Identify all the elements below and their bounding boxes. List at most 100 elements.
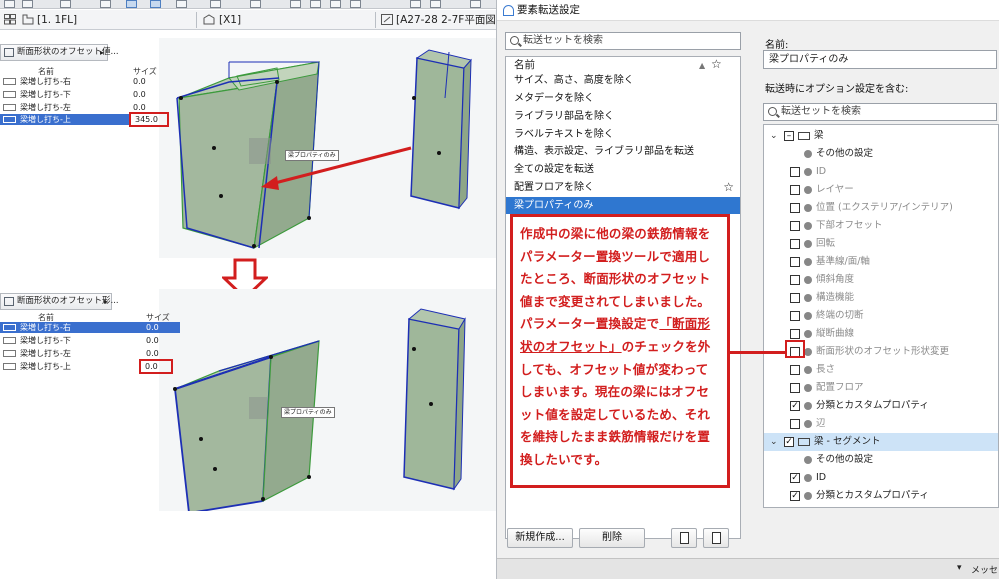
redo-icon[interactable] (22, 0, 33, 8)
star-icon[interactable]: ☆ (711, 56, 722, 73)
tree-item[interactable]: 長さ (764, 361, 998, 379)
table-row[interactable]: 梁増し打ち-下 0.0 (0, 89, 168, 100)
panel-top-title[interactable]: 断面形状のオフセット値... ▸ (0, 44, 119, 61)
checkbox[interactable] (790, 311, 800, 321)
checkbox[interactable] (790, 203, 800, 213)
tool-icon[interactable] (176, 0, 187, 8)
row-value[interactable]: 0.0 (145, 362, 158, 372)
tree-group[interactable]: ⌄ ✓ 梁 - セグメント (764, 433, 998, 451)
arrow-tool-icon[interactable] (126, 0, 137, 8)
checkbox[interactable] (790, 239, 800, 249)
tree-item[interactable]: ✓ ID (764, 469, 998, 487)
chevron-right-icon[interactable]: ▸ (100, 45, 104, 60)
tree-item[interactable]: ✓ 分類とカスタムプロパティ (764, 487, 998, 505)
delete-set-button[interactable]: 削除 (579, 528, 645, 548)
list-item[interactable]: 配置フロアを除く ☆ (506, 179, 740, 196)
options-label: 転送時にオプション設定を含む: (765, 84, 909, 95)
chevron-down-icon[interactable]: ⌄ (770, 127, 778, 145)
checkbox[interactable] (790, 257, 800, 267)
tree-item[interactable]: 回転 (764, 235, 998, 253)
row-value[interactable]: 345.0 (135, 115, 158, 125)
tool-icon[interactable] (250, 0, 261, 8)
list-item[interactable]: 全ての設定を転送 (506, 161, 740, 178)
checkbox[interactable]: ✓ (784, 437, 794, 447)
list-item-selected[interactable]: 梁プロパティのみ (506, 197, 740, 214)
list-item[interactable]: ライブラリ部品を除く (506, 108, 740, 125)
checkbox[interactable] (790, 329, 800, 339)
tree-item[interactable]: 構造機能 (764, 289, 998, 307)
checkbox[interactable] (790, 275, 800, 285)
checkbox[interactable] (790, 185, 800, 195)
tree-item[interactable]: 終端の切断 (764, 307, 998, 325)
set-name-input[interactable]: 梁プロパティのみ (763, 50, 997, 69)
tool-icon[interactable] (290, 0, 301, 8)
chevron-right-icon[interactable]: ▸ (104, 294, 108, 309)
undo-icon[interactable] (4, 0, 15, 8)
dialog-titlebar[interactable]: 要素転送設定 (497, 0, 999, 21)
tool-icon[interactable] (100, 0, 111, 8)
table-row[interactable]: 梁増し打ち-左 0.0 (0, 348, 180, 359)
tree-item[interactable]: ID (764, 163, 998, 181)
import-button[interactable] (671, 528, 697, 548)
status-message[interactable]: メッセ (971, 563, 998, 576)
new-set-button[interactable]: 新規作成... (507, 528, 573, 548)
checkbox[interactable]: ✓ (790, 401, 800, 411)
tool-icon[interactable] (60, 0, 71, 8)
table-row-selected[interactable]: 梁増し打ち-上 (0, 114, 130, 125)
app-icon (503, 5, 514, 16)
tree-item-label: 長さ (816, 364, 836, 375)
tab-layout[interactable]: [A27-28 2-7F平面図詳 (396, 12, 496, 28)
marquee-tool-icon[interactable] (150, 0, 161, 8)
export-button[interactable] (703, 528, 729, 548)
option-search-input[interactable]: 転送セットを検索 (763, 103, 997, 121)
checkbox[interactable] (790, 167, 800, 177)
tree-item[interactable]: 配置フロア (764, 379, 998, 397)
tree-item[interactable]: 傾斜角度 (764, 271, 998, 289)
beam-model-bottom[interactable] (159, 289, 496, 511)
list-item[interactable]: メタデータを除く (506, 90, 740, 107)
table-row[interactable]: 梁増し打ち-下 0.0 (0, 335, 180, 346)
tool-icon[interactable] (430, 0, 441, 8)
tree-item[interactable]: 辺 (764, 415, 998, 433)
grid-view-icon[interactable] (4, 14, 16, 25)
chevron-down-icon[interactable]: ⌄ (770, 433, 778, 451)
tree-item[interactable]: 基準線/面/軸 (764, 253, 998, 271)
tree-item[interactable]: ✓ 分類とカスタムプロパティ (764, 397, 998, 415)
checkbox[interactable] (790, 419, 800, 429)
tool-icon[interactable] (470, 0, 481, 8)
list-item[interactable]: ラベルテキストを除く (506, 126, 740, 143)
checkbox[interactable] (790, 365, 800, 375)
3d-viewport-bottom[interactable]: 梁プロパティのみ (159, 289, 496, 511)
tool-icon[interactable] (330, 0, 341, 8)
tree-item[interactable]: 位置 (エクステリア/インテリア) (764, 199, 998, 217)
checkbox[interactable] (790, 293, 800, 303)
tool-icon[interactable] (310, 0, 321, 8)
table-row[interactable]: 梁増し打ち-上 (0, 361, 138, 372)
panel-bottom-title[interactable]: 断面形状のオフセット形... ▸ (0, 293, 119, 310)
set-search-input[interactable]: 転送セットを検索 (505, 32, 741, 50)
checkbox[interactable]: ✓ (790, 491, 800, 501)
tree-item[interactable]: 下部オフセット (764, 217, 998, 235)
tab-section[interactable]: [X1] (219, 12, 241, 28)
tree-item[interactable]: その他の設定 (764, 145, 998, 163)
tab-floor-plan[interactable]: [1. 1FL] (37, 12, 77, 28)
checkbox[interactable]: – (784, 131, 794, 141)
tool-icon[interactable] (210, 0, 221, 8)
star-icon[interactable]: ☆ (723, 179, 734, 196)
table-row-selected[interactable]: 梁増し打ち-右 0.0 (0, 322, 180, 333)
beam-model-top[interactable] (159, 38, 496, 258)
checkbox[interactable] (790, 383, 800, 393)
tree-item[interactable]: レイヤー (764, 181, 998, 199)
tool-icon[interactable] (410, 0, 421, 8)
tree-item[interactable]: その他の設定 (764, 451, 998, 469)
list-item[interactable]: 構造、表示設定、ライブラリ部品を転送 (506, 143, 740, 160)
tree-group[interactable]: ⌄ – 梁 (764, 127, 998, 145)
checkbox[interactable] (790, 221, 800, 231)
3d-viewport-top[interactable]: 梁プロパティのみ (159, 38, 496, 258)
chevron-down-icon[interactable]: ▾ (957, 563, 962, 573)
checkbox[interactable]: ✓ (790, 473, 800, 483)
option-tree[interactable]: ⌄ – 梁その他の設定 ID レイヤー 位置 (エクステリア/インテリア) 下部オフセット回… (763, 124, 999, 508)
tool-icon[interactable] (350, 0, 361, 8)
table-row[interactable]: 梁増し打ち-右 0.0 (0, 76, 168, 87)
list-item[interactable]: サイズ、高さ、高度を除く (506, 72, 740, 89)
